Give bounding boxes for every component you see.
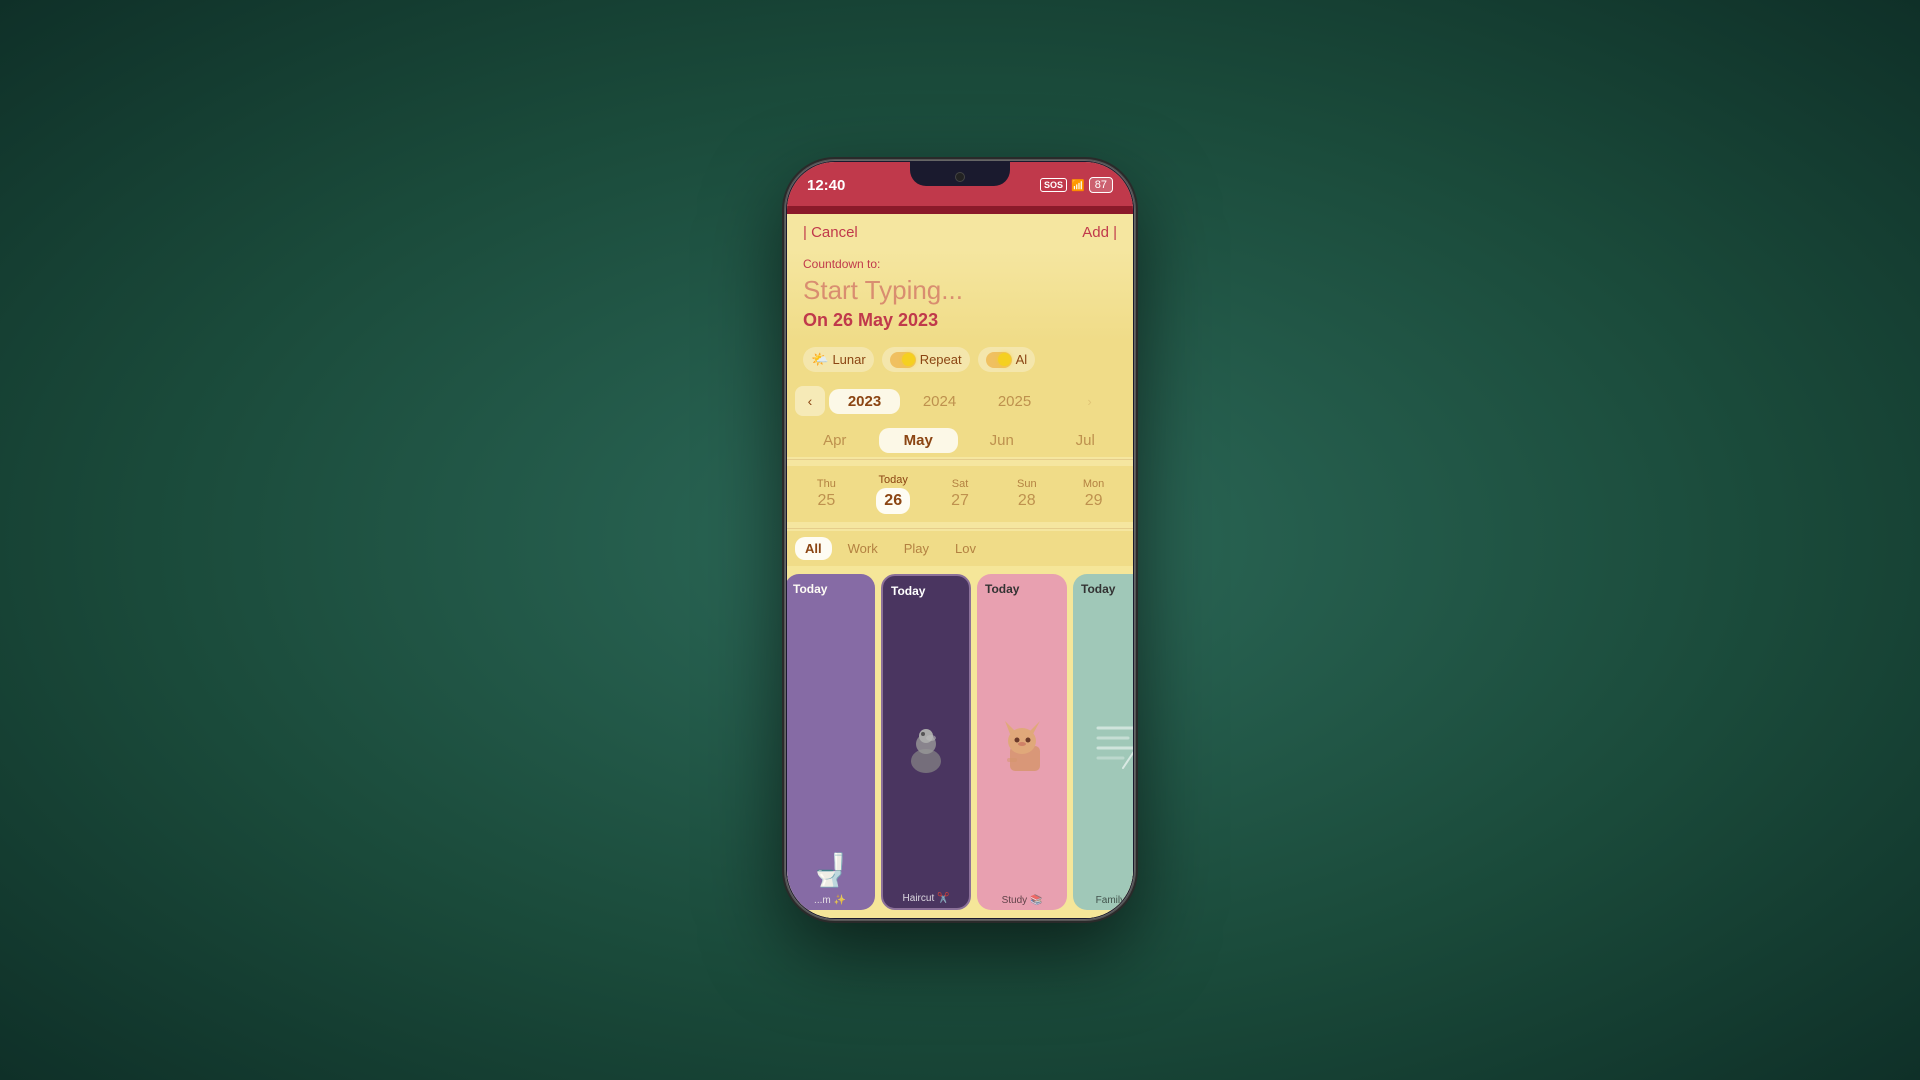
alert-switch[interactable] [986,352,1012,368]
countdown-placeholder[interactable]: Start Typing... [803,275,1117,306]
lunar-toggle[interactable]: 🌤️ Lunar [803,347,874,372]
app-content: | Cancel Add | Countdown to: Start Typin… [787,214,1133,918]
day-27-num: 27 [929,492,992,510]
cat-play[interactable]: Play [894,537,939,560]
top-nav: | Cancel Add | [787,214,1133,249]
camera-dot [955,172,965,182]
month-apr[interactable]: Apr [795,428,875,453]
phone-inner: 12:40 SOS 📶 87 | Cancel Add | Countdown … [787,162,1133,918]
app-header-bar [787,206,1133,214]
card4-footer: Family ✂️ [1073,891,1133,910]
widget-card-2[interactable]: Today Haircut ✂️ [881,574,971,910]
month-jun[interactable]: Jun [962,428,1042,453]
cat-love[interactable]: Lov [945,537,986,560]
card4-title: Today [1081,582,1115,596]
year-2023[interactable]: 2023 [829,389,900,414]
card1-header: Today [787,574,875,600]
toggle-row: 🌤️ Lunar Repeat Al [787,341,1133,378]
battery-indicator: 87 [1089,177,1113,193]
card2-title: Today [891,584,925,598]
repeat-toggle[interactable]: Repeat [882,347,970,372]
month-jul[interactable]: Jul [1046,428,1126,453]
widget-cards-row: Today 🚽 ...m ✨ Today [787,566,1133,918]
bird-svg [901,716,951,776]
countdown-section: Countdown to: Start Typing... On 26 May … [787,249,1133,341]
divider-1 [787,459,1133,460]
day-26-label: Today [862,474,925,486]
card3-header: Today [977,574,1067,600]
cat-work[interactable]: Work [838,537,888,560]
widget-card-1[interactable]: Today 🚽 ...m ✨ [787,574,875,910]
day-28[interactable]: Sun 28 [995,474,1058,514]
card3-title: Today [985,582,1019,596]
repeat-knob [902,353,915,366]
add-button[interactable]: Add | [1082,224,1117,241]
card2-footer: Haircut ✂️ [883,889,969,908]
wifi-icon: 📶 [1071,179,1085,192]
cat-svg [995,716,1050,776]
cat-all[interactable]: All [795,537,832,560]
card4-illustration [1073,600,1133,891]
year-2025[interactable]: 2025 [979,389,1050,414]
day-27[interactable]: Sat 27 [929,474,992,514]
card2-illustration [883,602,969,889]
lunar-icon: 🌤️ [811,351,828,368]
card3-illustration [977,600,1067,891]
day-28-label: Sun [995,478,1058,490]
year-2024[interactable]: 2024 [904,389,975,414]
day-25[interactable]: Thu 25 [795,474,858,514]
day-28-num: 28 [995,492,1058,510]
lunar-label: Lunar [832,352,865,367]
category-filter: All Work Play Lov [787,531,1133,566]
card3-footer: Study 📚 [977,891,1067,910]
year-picker: ‹ 2023 2024 2025 › [787,378,1133,424]
card2-header: Today [883,576,969,602]
status-time: 12:40 [807,177,845,194]
alert-toggle[interactable]: Al [978,347,1036,372]
year-prev-button[interactable]: ‹ [795,386,825,416]
status-icons: SOS 📶 87 [1040,177,1113,193]
lines-svg [1093,718,1133,773]
day-25-num: 25 [795,492,858,510]
widget-card-4[interactable]: Today Family ✂️ [1073,574,1133,910]
day-26-num: 26 [876,488,910,514]
year-2026[interactable]: › [1054,390,1125,413]
phone-frame: 12:40 SOS 📶 87 | Cancel Add | Countdown … [785,160,1135,920]
day-25-label: Thu [795,478,858,490]
notch [910,162,1010,186]
day-27-label: Sat [929,478,992,490]
cancel-button[interactable]: | Cancel [803,224,858,241]
sos-badge: SOS [1040,178,1067,192]
day-29[interactable]: Mon 29 [1062,474,1125,514]
month-picker: Apr May Jun Jul [787,424,1133,457]
day-29-num: 29 [1062,492,1125,510]
day-picker: Thu 25 Today 26 Sat 27 Sun 28 Mon 29 [787,466,1133,522]
card1-title: Today [793,582,827,596]
card1-illustration: 🚽 [787,600,875,891]
day-29-label: Mon [1062,478,1125,490]
toilet-icon: 🚽 [810,851,850,889]
countdown-label: Countdown to: [803,257,1117,271]
repeat-switch[interactable] [890,352,916,368]
alert-label: Al [1016,352,1028,367]
divider-2 [787,528,1133,529]
card4-header: Today [1073,574,1133,600]
alert-knob [998,353,1011,366]
month-may[interactable]: May [879,428,959,453]
day-26[interactable]: Today 26 [862,470,925,518]
repeat-label: Repeat [920,352,962,367]
countdown-date: On 26 May 2023 [803,310,1117,331]
widget-card-3[interactable]: Today [977,574,1067,910]
card1-footer: ...m ✨ [787,891,875,910]
